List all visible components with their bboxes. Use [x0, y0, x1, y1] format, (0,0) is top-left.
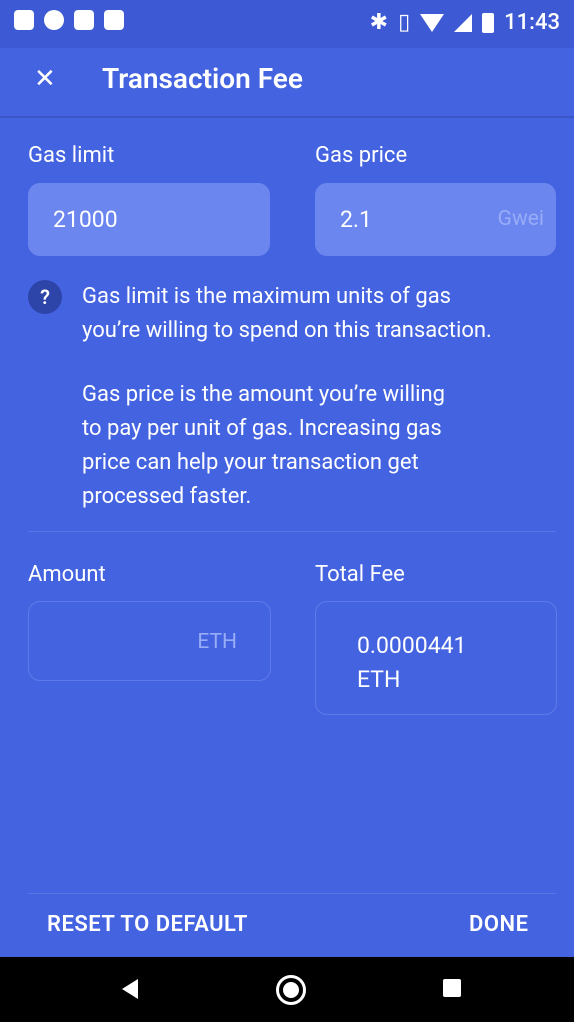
help-line: price can help your transaction get: [82, 450, 419, 475]
total-fee-amount: 0.0000441: [357, 632, 467, 659]
bluetooth-icon: ✱: [369, 10, 389, 35]
status-time: 11:43: [504, 10, 560, 35]
app-bar-divider: [0, 116, 574, 118]
navigation-bar: [0, 957, 574, 1022]
help-line: you’re willing to spend on this transact…: [82, 318, 492, 343]
help-line: to pay per unit of gas. Increasing gas: [82, 416, 442, 441]
vibrate-icon: ▯: [398, 10, 411, 35]
gas-price-input[interactable]: 2.1 Gwei: [315, 183, 556, 256]
notes-icon: [14, 10, 34, 30]
total-fee-label: Total Fee: [315, 562, 405, 587]
amount-unit: ETH: [197, 630, 237, 654]
gas-limit-value: 21000: [53, 206, 118, 233]
status-bar: ✱ ▯ 11:43: [0, 0, 574, 48]
wifi-icon: [420, 13, 445, 32]
battery-icon: [482, 12, 495, 33]
done-button[interactable]: DONE: [469, 912, 528, 937]
gmail-icon: [74, 10, 94, 30]
section-divider: [28, 531, 556, 532]
recent-apps-icon[interactable]: [443, 979, 461, 997]
close-icon[interactable]: ✕: [34, 66, 56, 92]
signal-icon: [454, 13, 473, 32]
gas-price-unit: Gwei: [497, 207, 544, 231]
footer-divider: [28, 893, 556, 894]
home-icon[interactable]: [276, 975, 306, 1005]
hashtag-icon: [44, 10, 64, 30]
gas-price-value: 2.1: [340, 206, 372, 233]
gas-limit-label: Gas limit: [28, 143, 115, 168]
total-fee-field: 0.0000441 ETH: [315, 601, 557, 715]
page-title: Transaction Fee: [102, 62, 303, 95]
back-icon[interactable]: [122, 979, 138, 999]
reset-to-default-button[interactable]: RESET TO DEFAULT: [47, 912, 248, 937]
help-line: Gas limit is the maximum units of gas: [82, 284, 452, 309]
gas-limit-help-text: Gas limit is the maximum units of gas yo…: [82, 280, 492, 348]
amount-input[interactable]: ETH: [28, 601, 271, 681]
gas-price-help-text: Gas price is the amount you’re willing t…: [82, 378, 445, 514]
gas-price-label: Gas price: [315, 143, 408, 168]
image-icon: [104, 10, 124, 30]
total-fee-unit: ETH: [357, 666, 401, 693]
help-line: processed faster.: [82, 484, 252, 509]
notification-icons: [14, 10, 124, 30]
transaction-fee-screen: ✱ ▯ 11:43 ✕ Transaction Fee Gas limit 21…: [0, 0, 574, 1022]
total-fee-value: 0.0000441 ETH: [357, 629, 466, 697]
system-icons: ✱ ▯ 11:43: [370, 10, 560, 35]
gas-limit-input[interactable]: 21000: [28, 183, 270, 256]
app-bar: ✕ Transaction Fee: [0, 48, 574, 116]
amount-label: Amount: [28, 562, 106, 587]
help-line: Gas price is the amount you’re willing: [82, 382, 446, 407]
help-icon: ?: [28, 280, 62, 314]
